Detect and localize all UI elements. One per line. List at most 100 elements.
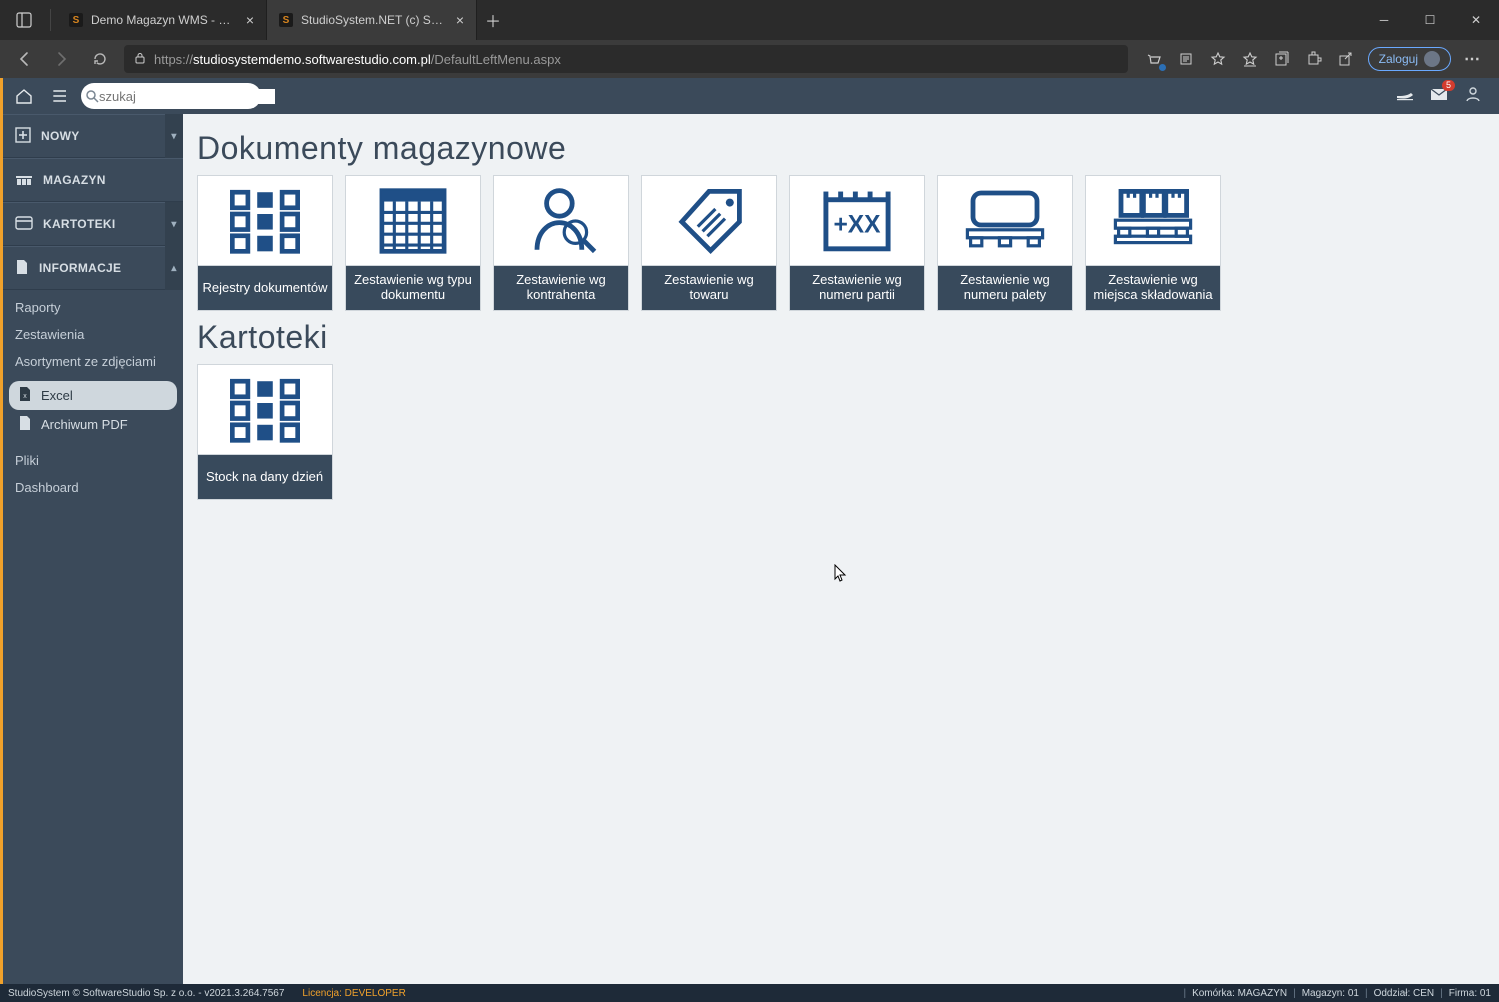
status-firma: Firma: 01 — [1449, 988, 1491, 999]
tag-barcode-icon — [642, 176, 776, 266]
browser-tab-1[interactable]: S StudioSystem.NET (c) SoftwareSt × — [267, 0, 477, 40]
favicon-icon: S — [279, 13, 293, 27]
status-version: StudioSystem © SoftwareStudio Sp. z o.o.… — [8, 988, 284, 999]
user-icon[interactable] — [1463, 84, 1483, 109]
pdf-file-icon — [17, 415, 33, 434]
warehouse-icon — [15, 171, 33, 190]
sidebar-label: KARTOTEKI — [43, 217, 115, 231]
tile-label: Zestawienie wg kontrahenta — [494, 266, 628, 310]
sidebar-label: MAGAZYN — [43, 173, 106, 187]
tile-label: Zestawienie wg miejsca składowania — [1086, 266, 1220, 310]
grid-icon — [198, 176, 332, 266]
chevron-down-icon: ▾ — [165, 202, 183, 246]
plane-icon[interactable] — [1395, 84, 1415, 109]
chevron-up-icon: ▴ — [165, 246, 183, 290]
sidebar-section-informacje[interactable]: INFORMACJE ▴ — [3, 246, 183, 290]
favorites-bar-icon[interactable] — [1240, 49, 1260, 69]
tab-title: StudioSystem.NET (c) SoftwareSt — [301, 13, 448, 27]
section-title-kartoteki: Kartoteki — [197, 319, 1487, 356]
left-sidebar: NOWY ▾ MAGAZYN KARTOTEKI ▾ INFORMACJE ▴ … — [3, 78, 183, 1002]
favicon-icon: S — [69, 13, 83, 27]
sidebar-item-asortyment[interactable]: Asortyment ze zdjęciami — [3, 348, 183, 375]
sidebar-label: NOWY — [41, 129, 80, 143]
grid-icon — [198, 365, 332, 455]
sidebar-item-zestawienia[interactable]: Zestawienia — [3, 321, 183, 348]
main-content: Dokumenty magazynowe Rejestry dokumentów — [183, 78, 1499, 1002]
sidebar-file-pdf[interactable]: Archiwum PDF — [9, 410, 177, 439]
excel-file-icon: x — [17, 386, 33, 405]
tile-label: Stock na dany dzień — [198, 455, 332, 499]
reload-button[interactable] — [86, 45, 114, 73]
new-tab-button[interactable]: ＋ — [477, 0, 509, 40]
file-label: Archiwum PDF — [41, 417, 128, 432]
status-oddzial: Oddział: CEN — [1374, 988, 1435, 999]
app-top-bar: 5 — [3, 78, 1499, 114]
tile-rejestry-dokumentow[interactable]: Rejestry dokumentów — [197, 175, 333, 311]
address-bar[interactable]: https://studiosystemdemo.softwarestudio.… — [124, 45, 1128, 73]
favorite-star-icon[interactable] — [1208, 49, 1228, 69]
mouse-cursor-icon — [834, 564, 848, 584]
sidebar-item-raporty[interactable]: Raporty — [3, 294, 183, 321]
window-minimize-button[interactable]: ─ — [1361, 0, 1407, 40]
extensions-icon[interactable] — [1304, 49, 1324, 69]
login-button[interactable]: Zaloguj — [1368, 47, 1451, 71]
tile-kontrahent[interactable]: Zestawienie wg kontrahenta — [493, 175, 629, 311]
browser-tab-0[interactable]: S Demo Magazyn WMS - Demo o × — [57, 0, 267, 40]
sidebar-file-excel[interactable]: x Excel — [9, 381, 177, 410]
collections-icon[interactable] — [1272, 49, 1292, 69]
sidebar-item-dashboard[interactable]: Dashboard — [3, 474, 183, 501]
sidebar-item-pliki[interactable]: Pliki — [3, 447, 183, 474]
window-maximize-button[interactable]: ☐ — [1407, 0, 1453, 40]
edge-sidebar-button[interactable] — [6, 0, 42, 40]
tile-numer-palety[interactable]: Zestawienie wg numeru palety — [937, 175, 1073, 311]
tile-label: Zestawienie wg numeru partii — [790, 266, 924, 310]
more-menu-button[interactable]: ⋯ — [1463, 49, 1483, 69]
mail-badge: 5 — [1442, 80, 1455, 91]
window-close-button[interactable]: ✕ — [1453, 0, 1499, 40]
tiles-kartoteki: Stock na dany dzień — [197, 364, 1487, 500]
tile-numer-partii[interactable]: +XX Zestawienie wg numeru partii — [789, 175, 925, 311]
share-icon[interactable] — [1336, 49, 1356, 69]
section-title-dokumenty: Dokumenty magazynowe — [197, 130, 1487, 167]
svg-text:x: x — [23, 393, 27, 400]
tile-label: Zestawienie wg numeru palety — [938, 266, 1072, 310]
tab-close-icon[interactable]: × — [456, 12, 464, 28]
sidebar-section-nowy[interactable]: NOWY ▾ — [3, 114, 183, 158]
home-button[interactable] — [9, 81, 39, 111]
tile-towar[interactable]: Zestawienie wg towaru — [641, 175, 777, 311]
tile-miejsce-skladowania[interactable]: Zestawienie wg miejsca składowania — [1085, 175, 1221, 311]
status-magazyn: Magazyn: 01 — [1302, 988, 1359, 999]
file-label: Excel — [41, 388, 73, 403]
search-box[interactable] — [81, 83, 261, 109]
chevron-down-icon: ▾ — [165, 114, 183, 158]
batch-number-icon: +XX — [790, 176, 924, 266]
tiles-dokumenty: Rejestry dokumentów Zestawienie wg typu … — [197, 175, 1487, 311]
back-button[interactable] — [10, 45, 38, 73]
sidebar-section-kartoteki[interactable]: KARTOTEKI ▾ — [3, 202, 183, 246]
tab-close-icon[interactable]: × — [246, 12, 254, 28]
tile-label: Rejestry dokumentów — [198, 266, 332, 310]
tab-title: Demo Magazyn WMS - Demo o — [91, 13, 238, 27]
status-license: Licencja: DEVELOPER — [302, 988, 405, 999]
tile-label: Zestawienie wg towaru — [642, 266, 776, 310]
card-icon — [15, 216, 33, 233]
svg-text:+XX: +XX — [833, 211, 881, 238]
tile-stock-na-dany-dzien[interactable]: Stock na dany dzień — [197, 364, 333, 500]
forward-button[interactable] — [48, 45, 76, 73]
sidebar-section-magazyn[interactable]: MAGAZYN — [3, 158, 183, 202]
search-input[interactable] — [99, 89, 275, 104]
read-aloud-icon[interactable] — [1176, 49, 1196, 69]
shopping-icon[interactable] — [1144, 49, 1164, 69]
file-icon — [15, 259, 29, 278]
sidebar-label: INFORMACJE — [39, 261, 121, 275]
mail-icon[interactable]: 5 — [1429, 84, 1449, 109]
toggle-menu-button[interactable] — [45, 81, 75, 111]
browser-tab-strip: S Demo Magazyn WMS - Demo o × S StudioSy… — [0, 0, 1499, 40]
status-komorka: Komórka: MAGAZYN — [1192, 988, 1287, 999]
status-bar: StudioSystem © SoftwareStudio Sp. z o.o.… — [0, 984, 1499, 1002]
browser-toolbar: https://studiosystemdemo.softwarestudio.… — [0, 40, 1499, 78]
tile-typ-dokumentu[interactable]: Zestawienie wg typu dokumentu — [345, 175, 481, 311]
storage-location-icon — [1086, 176, 1220, 266]
search-icon — [85, 84, 99, 108]
plus-square-icon — [15, 127, 31, 146]
